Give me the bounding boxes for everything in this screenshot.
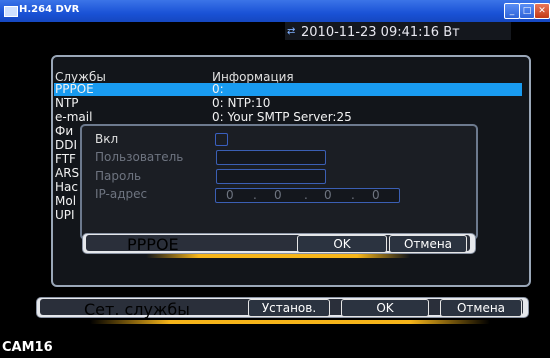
ip-dot: . — [351, 188, 355, 202]
ip-octet: 0 — [274, 188, 282, 202]
table-row[interactable]: FTF — [55, 152, 76, 166]
table-row[interactable]: e-mail — [55, 110, 92, 124]
ip-octet: 0 — [372, 188, 380, 202]
row-info: 0: Your SMTP Server:25 — [212, 110, 352, 124]
dialog-cancel-button[interactable]: Отмена — [389, 235, 467, 253]
close-icon[interactable]: ✕ — [534, 3, 550, 19]
datetime-display: 2010-11-23 09:41:16 Вт — [301, 25, 460, 40]
column-header-info: Информация — [212, 70, 294, 84]
ip-octet: 0 — [324, 188, 332, 202]
row-info: 0: NTP:10 — [212, 96, 271, 110]
selected-row-highlight — [54, 83, 522, 96]
dialog-title: PPPOE — [127, 235, 179, 254]
sync-icon: ⇄ — [287, 26, 296, 37]
table-row[interactable]: ARS — [55, 166, 79, 180]
minimize-icon[interactable]: _ — [504, 3, 520, 19]
enable-checkbox[interactable] — [215, 133, 228, 146]
ip-dot: . — [253, 188, 257, 202]
table-row[interactable]: NTP — [55, 96, 79, 110]
table-row[interactable]: Фи — [55, 124, 73, 138]
user-label: Пользователь — [95, 150, 184, 164]
table-row[interactable]: UPI — [55, 208, 75, 222]
ip-address-field[interactable]: 0 . 0 . 0 . 0 — [215, 188, 400, 203]
enable-label: Вкл — [95, 132, 119, 146]
row-info: 0: — [212, 82, 224, 96]
ip-label: IP-адрес — [95, 187, 148, 201]
window-title: H.264 DVR — [19, 4, 80, 15]
window-titlebar: H.264 DVR _ □ ✕ — [0, 0, 550, 22]
password-label: Пароль — [95, 169, 142, 183]
table-row[interactable]: PPPOE — [55, 82, 94, 96]
user-field[interactable] — [216, 150, 326, 165]
table-row[interactable]: DDI — [55, 138, 77, 152]
table-row[interactable]: Mol — [55, 194, 76, 208]
table-row[interactable]: Нас — [55, 180, 78, 194]
ip-octet: 0 — [226, 188, 234, 202]
dialog-glow — [146, 254, 410, 258]
maximize-icon[interactable]: □ — [519, 3, 535, 19]
footer-title: Сет. службы — [84, 300, 190, 319]
app-icon — [4, 6, 18, 17]
footer-ok-button[interactable]: OK — [341, 299, 429, 317]
channel-label: CAM16 — [2, 340, 53, 355]
setup-button[interactable]: Установ. — [248, 299, 330, 317]
ip-dot: . — [304, 188, 308, 202]
table-header: Службы Информация — [55, 70, 525, 84]
dialog-ok-button[interactable]: OK — [297, 235, 387, 253]
password-field[interactable] — [216, 169, 326, 184]
footer-cancel-button[interactable]: Отмена — [440, 299, 522, 317]
footer-glow — [90, 320, 490, 324]
